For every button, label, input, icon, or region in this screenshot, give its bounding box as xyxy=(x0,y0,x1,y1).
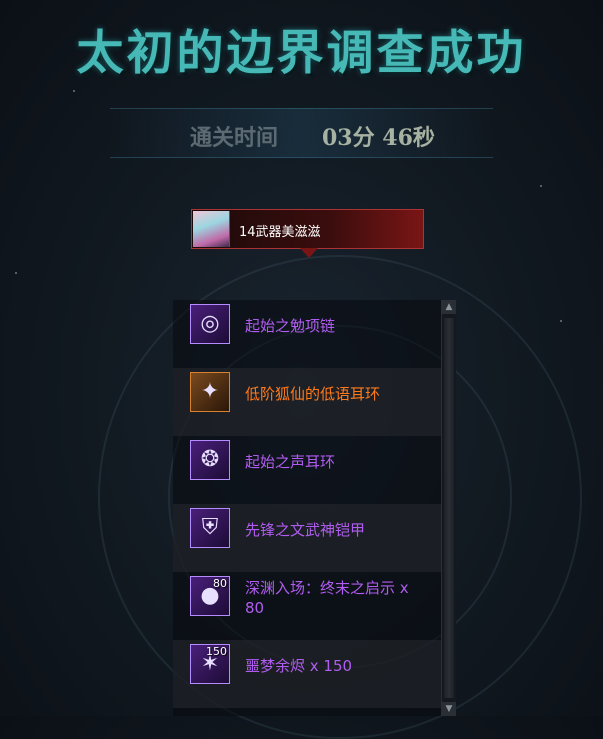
reward-name: 低阶狐仙的低语耳环 xyxy=(245,385,381,403)
reward-row[interactable]: ❂ 起始之声耳环 xyxy=(173,436,441,504)
background-star xyxy=(15,272,17,274)
reward-row[interactable]: ◎ 起始之勉项链 xyxy=(173,300,441,368)
ember-icon[interactable]: ✶ 150 xyxy=(190,644,230,684)
reward-name: 起始之勉项链 xyxy=(245,317,336,335)
clear-time-label: 通关时间 xyxy=(190,125,279,151)
earring-icon[interactable]: ✦ xyxy=(190,372,230,412)
reward-name: 噩梦余烬 x 150 xyxy=(245,657,353,675)
character-tag-pointer xyxy=(300,248,318,258)
reward-name: 先锋之文武神铠甲 xyxy=(245,521,366,539)
reward-name: 起始之声耳环 xyxy=(245,453,336,471)
item-count: 150 xyxy=(206,645,227,658)
reward-list[interactable]: ◎ 起始之勉项链 ✦ 低阶狐仙的低语耳环 ❂ 起始之声耳环 ⛨ 先锋之文武神铠甲… xyxy=(173,300,441,716)
clear-time-bar xyxy=(110,108,493,158)
character-name: 14武器美滋滋 xyxy=(239,225,321,240)
background-star xyxy=(560,320,562,322)
reward-list-scrollbar[interactable]: ▲ ▼ xyxy=(441,300,456,716)
clear-time-value: 03分 46秒 xyxy=(322,125,435,151)
item-count: 80 xyxy=(213,577,227,590)
armor-icon[interactable]: ⛨ xyxy=(190,508,230,548)
reward-row[interactable]: ✶ 150 噩梦余烬 x 150 xyxy=(173,640,441,708)
reward-row[interactable]: ⛨ 先锋之文武神铠甲 xyxy=(173,504,441,572)
background-star xyxy=(73,90,75,92)
scroll-up-icon[interactable]: ▲ xyxy=(442,300,456,314)
orb-icon[interactable]: ● 80 xyxy=(190,576,230,616)
background-star xyxy=(540,185,542,187)
scroll-down-icon[interactable]: ▼ xyxy=(442,702,456,716)
character-tag[interactable]: 14武器美滋滋 xyxy=(191,209,424,249)
page-title: 太初的边界调查成功 xyxy=(76,26,527,81)
reward-row[interactable]: ● 80 深渊入场：终末之启示 x 80 xyxy=(173,572,441,640)
necklace-icon[interactable]: ◎ xyxy=(190,304,230,344)
character-portrait-icon xyxy=(193,211,230,247)
earring-icon[interactable]: ❂ xyxy=(190,440,230,480)
scroll-thumb[interactable] xyxy=(444,318,454,698)
reward-name: 深渊入场：终末之启示 x 80 xyxy=(245,579,409,617)
reward-row[interactable]: ✦ 低阶狐仙的低语耳环 xyxy=(173,368,441,436)
